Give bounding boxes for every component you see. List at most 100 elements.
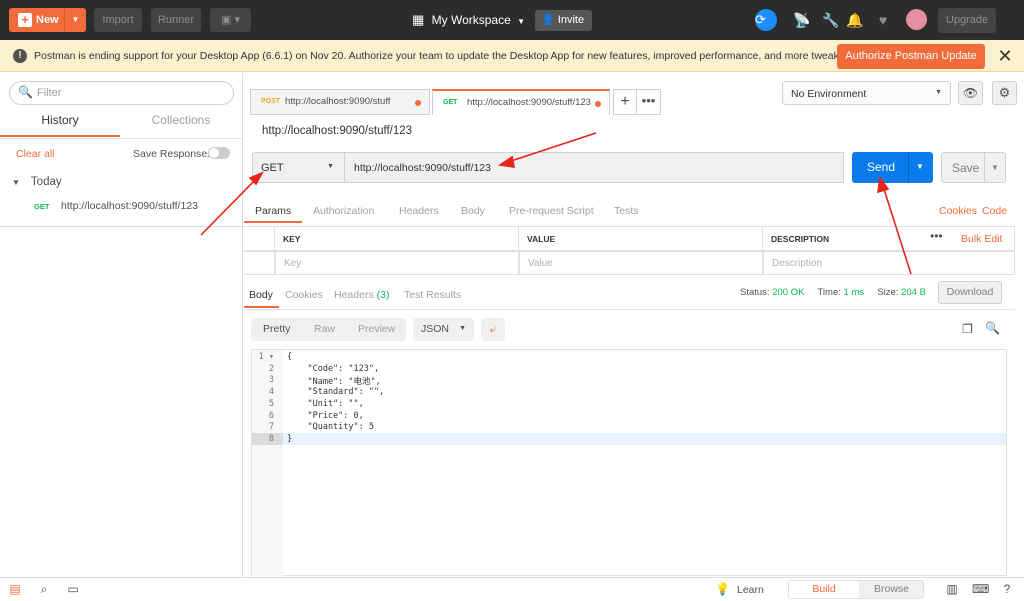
plus-icon: +	[18, 13, 32, 27]
learn-link[interactable]: Learn	[737, 584, 764, 596]
tab-authorization[interactable]: Authorization	[313, 205, 374, 217]
request-tab[interactable]: POST http://localhost:9090/stuff	[250, 89, 430, 115]
view-mode-pretty[interactable]: Pretty	[263, 323, 290, 335]
tab-collections[interactable]: Collections	[120, 113, 242, 137]
line-number: 8	[268, 434, 274, 444]
history-item-method: GET	[34, 202, 50, 211]
divider	[0, 226, 242, 227]
add-tab-button[interactable]: +	[613, 89, 637, 115]
workspace-selector[interactable]: ▦ My Workspace ▼	[412, 8, 525, 32]
key-input[interactable]: Key	[275, 251, 519, 275]
more-tabs-button[interactable]: •••	[637, 89, 661, 115]
runner-button[interactable]: Runner	[151, 8, 201, 32]
send-label: Send	[867, 160, 896, 174]
two-pane-icon[interactable]: ▥	[945, 582, 959, 596]
response-tab-test-results[interactable]: Test Results	[404, 289, 461, 301]
chevron-down-icon[interactable]: ▼	[991, 163, 999, 172]
heart-icon[interactable]: ♥	[874, 11, 892, 29]
chevron-down-icon[interactable]: ▼	[916, 162, 924, 171]
history-group-label: Today	[30, 176, 62, 188]
format-select[interactable]: JSON ▼	[413, 318, 474, 341]
help-icon[interactable]: ?	[1000, 582, 1014, 596]
upgrade-button[interactable]: Upgrade	[938, 8, 996, 33]
code-line: "Price": 0,	[287, 411, 364, 421]
save-button[interactable]: Save ▼	[941, 152, 1006, 183]
active-line-highlight	[283, 433, 1006, 445]
chevron-down-icon: ▼	[935, 89, 942, 96]
line-number: 6	[268, 411, 274, 421]
key-column-header: KEY	[275, 227, 519, 251]
code-line: "Code": "123",	[287, 364, 380, 374]
sidebar-toggle-icon[interactable]: ▤	[8, 582, 22, 596]
new-button[interactable]: + New ▼	[9, 8, 86, 32]
value-input[interactable]: Value	[519, 251, 763, 275]
warning-icon: !	[13, 49, 27, 63]
tab-headers[interactable]: Headers	[399, 205, 439, 217]
sync-icon[interactable]: ⟳	[755, 9, 777, 31]
search-icon[interactable]: 🔍	[985, 321, 1000, 335]
workspace-label: My Workspace	[431, 13, 511, 27]
eye-icon[interactable]: 👁	[958, 81, 983, 105]
view-mode-raw[interactable]: Raw	[314, 323, 335, 335]
clear-all-link[interactable]: Clear all	[16, 148, 55, 160]
divider	[984, 153, 985, 182]
filter-input[interactable]: 🔍 Filter	[9, 81, 234, 105]
request-tab-method: POST	[261, 98, 281, 105]
download-button[interactable]: Download	[938, 281, 1002, 304]
settings-icon[interactable]: 🔧	[822, 11, 840, 29]
bulk-edit-link[interactable]: Bulk Edit	[961, 233, 1002, 245]
send-button[interactable]: Send ▼	[852, 152, 933, 183]
grid-icon: ▦	[412, 12, 425, 27]
satellite-icon[interactable]: 📡	[793, 11, 811, 29]
authorize-update-button[interactable]: Authorize Postman Update	[837, 44, 985, 69]
copy-icon[interactable]: ❐	[962, 322, 976, 336]
view-mode-group: Pretty Raw Preview	[251, 318, 406, 341]
more-options-icon[interactable]: •••	[930, 229, 943, 243]
size-value: 204 B	[901, 287, 926, 298]
tab-tests[interactable]: Tests	[614, 205, 639, 217]
import-button[interactable]: Import	[94, 8, 142, 32]
banner-text: Postman is ending support for your Deskt…	[34, 50, 848, 62]
method-select[interactable]: GET ▼	[252, 152, 345, 183]
keyboard-icon[interactable]: ⌨	[972, 582, 989, 596]
status-label: Status:	[740, 287, 770, 298]
bell-icon[interactable]: 🔔	[846, 11, 864, 29]
response-tab-body[interactable]: Body	[249, 289, 273, 301]
avatar[interactable]	[906, 9, 927, 30]
close-icon[interactable]: ✕	[996, 46, 1014, 66]
response-tab-cookies[interactable]: Cookies	[285, 289, 323, 301]
history-group-today[interactable]: ▼ Today	[12, 176, 62, 188]
wrap-lines-icon[interactable]: ⤶	[481, 318, 505, 341]
tab-body[interactable]: Body	[461, 205, 485, 217]
response-tab-headers[interactable]: Headers (3)	[334, 289, 389, 301]
value-column-header: VALUE	[519, 227, 763, 251]
url-input[interactable]	[344, 152, 844, 183]
description-input[interactable]: Description	[763, 251, 1015, 275]
console-icon[interactable]: ▭	[66, 582, 80, 596]
code-line: "Standard": "",	[287, 387, 385, 397]
new-window-button[interactable]: ▣ ▾	[210, 8, 251, 32]
code-link[interactable]: Code	[982, 205, 1007, 217]
cookies-link[interactable]: Cookies	[939, 205, 977, 217]
format-value: JSON	[421, 323, 450, 335]
code-line: }	[287, 434, 293, 444]
tab-params[interactable]: Params	[255, 205, 291, 217]
chevron-down-icon[interactable]: ▼	[64, 8, 86, 32]
browse-mode-button[interactable]: Browse	[860, 581, 923, 598]
invite-button[interactable]: 👤 Invite	[535, 10, 592, 31]
tab-history[interactable]: History	[0, 113, 120, 137]
request-tab-active[interactable]: GET http://localhost:9090/stuff/123	[432, 89, 610, 115]
save-responses-toggle[interactable]	[208, 147, 230, 159]
save-label: Save	[952, 161, 980, 175]
search-icon[interactable]: ⌕	[37, 582, 51, 596]
view-mode-preview[interactable]: Preview	[358, 323, 395, 335]
tab-pre-request-script[interactable]: Pre-request Script	[509, 205, 594, 217]
environment-select[interactable]: No Environment ▼	[782, 81, 951, 105]
chevron-down-icon: ▼	[459, 325, 466, 332]
build-mode-button[interactable]: Build	[789, 581, 859, 598]
gear-icon[interactable]: ⚙	[992, 81, 1017, 105]
response-status-line: Status: 200 OK Time: 1 ms Size: 204 B	[740, 287, 926, 298]
request-tab-url: http://localhost:9090/stuff/123	[467, 97, 591, 108]
add-user-icon: 👤	[541, 14, 555, 26]
history-item-url[interactable]: http://localhost:9090/stuff/123	[61, 200, 198, 212]
